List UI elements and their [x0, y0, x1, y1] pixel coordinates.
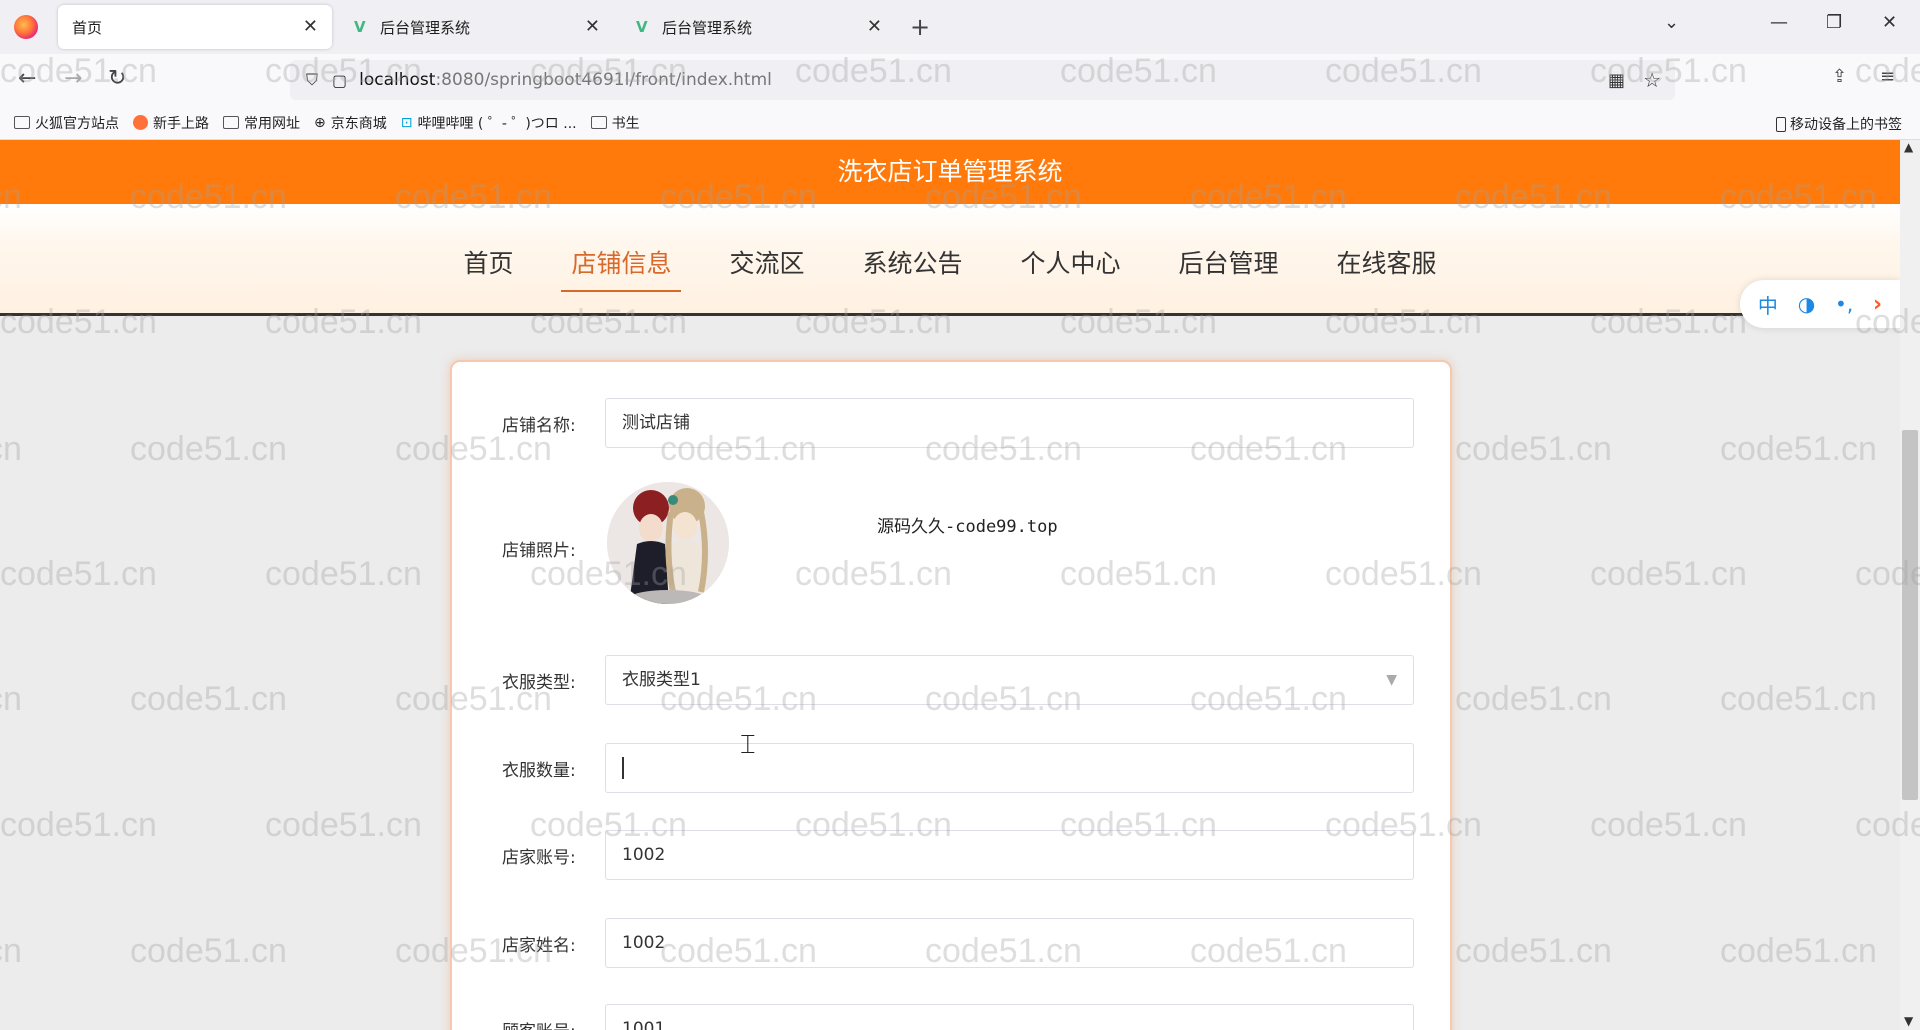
- floating-toolbar: 中 ◑ •, ›: [1740, 280, 1900, 328]
- window-close-button[interactable]: ✕: [1882, 12, 1897, 33]
- globe-icon: ⊕: [314, 114, 326, 131]
- address-bar[interactable]: ⛉ ▢ localhost :8080/springboot4691l/fron…: [290, 60, 1675, 100]
- merchant-name-field[interactable]: 1002: [605, 918, 1414, 968]
- minimize-button[interactable]: —: [1770, 12, 1788, 33]
- close-icon[interactable]: ✕: [867, 16, 882, 37]
- chevron-down-icon[interactable]: ▼: [1386, 656, 1397, 704]
- photo-caption: 源码久久-code99.top: [877, 517, 1058, 537]
- menu-item-profile[interactable]: 个人中心: [1011, 244, 1131, 292]
- bilibili-icon: ⊡: [400, 114, 413, 131]
- firefox-icon: [133, 115, 148, 130]
- close-icon[interactable]: ✕: [585, 16, 600, 37]
- close-icon[interactable]: ✕: [303, 16, 318, 37]
- tab-label: 后台管理系统: [662, 18, 753, 37]
- vue-icon: V: [636, 18, 648, 36]
- site-title: 洗衣店订单管理系统: [0, 140, 1900, 204]
- tab-home[interactable]: 首页 ✕: [58, 5, 332, 49]
- menu-item-forum[interactable]: 交流区: [719, 244, 814, 292]
- firefox-icon[interactable]: [14, 15, 38, 39]
- clothes-type-value: 衣服类型1: [622, 670, 701, 690]
- mobile-bookmarks[interactable]: 移动设备上的书签: [1776, 114, 1902, 134]
- new-tab-button[interactable]: +: [910, 13, 930, 41]
- page-scrollbar[interactable]: ▲ ▼: [1900, 140, 1920, 1030]
- moon-icon[interactable]: ◑: [1798, 292, 1815, 316]
- shield-icon[interactable]: ⛉: [306, 70, 318, 90]
- punctuation-icon[interactable]: •,: [1835, 292, 1853, 316]
- page-icon: ▢: [332, 70, 348, 90]
- folder-icon: [14, 116, 30, 129]
- main-nav: 首页 店铺信息 交流区 系统公告 个人中心 后台管理 在线客服 中 ◑ •, ›: [0, 204, 1900, 328]
- bookmark-item[interactable]: 新手上路: [133, 113, 209, 133]
- scroll-down-icon[interactable]: ▼: [1904, 1014, 1913, 1028]
- bookmark-item[interactable]: 书生: [590, 113, 640, 133]
- url-host: localhost: [359, 70, 436, 90]
- restore-button[interactable]: ❐: [1826, 12, 1842, 33]
- mobile-icon: [1776, 116, 1786, 132]
- tab-label: 后台管理系统: [380, 18, 471, 37]
- folder-icon: [590, 116, 607, 129]
- merchant-account-field[interactable]: 1002: [605, 830, 1414, 880]
- bookmark-item[interactable]: ⊕ 京东商城: [314, 113, 387, 133]
- clothes-count-input[interactable]: [605, 743, 1414, 793]
- tab-admin-1[interactable]: V 后台管理系统 ✕: [340, 5, 614, 49]
- text-caret: [622, 757, 624, 779]
- menu-item-admin[interactable]: 后台管理: [1169, 244, 1289, 292]
- menu-icon[interactable]: ≡: [1880, 66, 1895, 87]
- text-cursor-icon: ⌶: [740, 730, 756, 760]
- shop-photo-image[interactable]: [607, 482, 729, 604]
- shop-name-field[interactable]: 测试店铺: [605, 398, 1414, 448]
- scroll-thumb[interactable]: [1902, 430, 1918, 800]
- star-icon[interactable]: ☆: [1643, 68, 1661, 92]
- reload-icon[interactable]: ↻: [108, 66, 126, 91]
- qr-code-icon[interactable]: ▦: [1608, 70, 1625, 91]
- vue-icon: V: [354, 18, 366, 36]
- page-content: 洗衣店订单管理系统 首页 店铺信息 交流区 系统公告 个人中心 后台管理 在线客…: [0, 140, 1900, 1030]
- extensions-icon[interactable]: ⇪: [1832, 66, 1847, 87]
- menu-item-notice[interactable]: 系统公告: [852, 244, 972, 292]
- clothes-type-select[interactable]: 衣服类型1 ▼: [605, 655, 1414, 705]
- url-path: :8080/springboot4691l/front/index.html: [435, 70, 772, 90]
- scroll-up-icon[interactable]: ▲: [1904, 140, 1913, 154]
- browser-tab-bar: 首页 ✕ V 后台管理系统 ✕ V 后台管理系统 ✕ + ⌄ — ❐ ✕: [0, 0, 1920, 54]
- tab-admin-2[interactable]: V 后台管理系统 ✕: [622, 5, 896, 49]
- shop-form: 店铺名称: 测试店铺 店铺照片: 源码久久-code99.top 衣服类型: 衣…: [450, 360, 1452, 1030]
- browser-nav-bar: ← → ↻ ⛉ ▢ localhost :8080/springboot4691…: [0, 54, 1920, 106]
- customer-account-field[interactable]: 1001: [605, 1004, 1414, 1030]
- menu-item-shop-info[interactable]: 店铺信息: [561, 244, 682, 292]
- menu-list: 首页 店铺信息 交流区 系统公告 个人中心 后台管理 在线客服: [0, 244, 1900, 292]
- forward-arrow-icon[interactable]: →: [64, 66, 82, 91]
- folder-icon: [223, 116, 239, 129]
- bookmarks-bar: 火狐官方站点 新手上路 常用网址 ⊕ 京东商城 ⊡ 哔哩哔哩 ( ゜- ゜)つロ .…: [0, 106, 1920, 140]
- menu-item-service[interactable]: 在线客服: [1327, 244, 1447, 292]
- back-arrow-icon[interactable]: ←: [18, 66, 36, 91]
- chevron-right-icon[interactable]: ›: [1873, 292, 1882, 317]
- bookmark-item[interactable]: 常用网址: [223, 113, 300, 133]
- bookmark-item[interactable]: ⊡ 哔哩哔哩 ( ゜- ゜)つロ ...: [401, 113, 577, 133]
- tab-list-chevron-icon[interactable]: ⌄: [1664, 12, 1679, 33]
- menu-item-home[interactable]: 首页: [453, 244, 523, 292]
- tab-label: 首页: [72, 18, 103, 37]
- language-toggle[interactable]: 中: [1758, 290, 1778, 319]
- bookmark-item[interactable]: 火狐官方站点: [14, 113, 119, 133]
